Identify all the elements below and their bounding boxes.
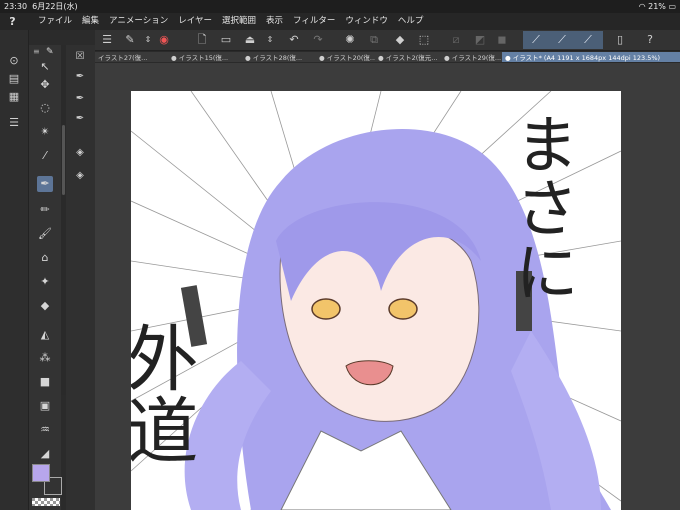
menu-file[interactable]: ファイル [38,13,72,30]
open-folder-icon[interactable]: ▭ [219,33,233,47]
close-subtool-icon[interactable]: ☒ [72,49,88,65]
brush-icon[interactable]: 🖌 [37,226,53,242]
clear-icon[interactable]: ⧄ [449,33,463,47]
tab-document[interactable]: ● イラスト20(復... [316,52,378,62]
left-eye [311,298,341,320]
tool-palette: ≡ ✎ ↖ ✥ ◌ ✴ ⁄ ✒ ✏ 🖌 ⌂ ✦ ◆ ◭ ⁂ ■ ▣ ♒ ◢ [29,45,61,510]
magic-wand-icon[interactable]: ✴ [37,124,53,140]
snap-ruler-icon[interactable]: ⟋ [529,33,543,47]
left-rail: ⊙ ▤ ▦ ☰ [0,30,29,510]
decoration-icon[interactable]: ✦ [37,274,53,290]
eraser-icon[interactable]: ◆ [37,298,53,314]
menu-view[interactable]: 表示 [266,13,283,30]
stepper-icon[interactable]: ⇕ [141,33,155,47]
palette-menu-icon[interactable]: ≡ [33,47,45,59]
stepper2-icon[interactable]: ⇕ [263,33,277,47]
menu-icon[interactable]: ☰ [100,33,114,47]
settings-icon[interactable]: ⊙ [7,54,21,68]
menu-help[interactable]: ヘルプ [398,13,424,30]
crop-icon[interactable]: ⧉ [367,33,381,47]
tab-document-active[interactable]: ● イラスト* (A4 1191 x 1684px 144dpi 123.5%) [502,52,680,62]
menu-selection[interactable]: 選択範囲 [222,13,256,30]
main-color-swatch[interactable] [32,464,50,482]
menu-filter[interactable]: フィルター [293,13,335,30]
figure-icon[interactable]: ▣ [37,398,53,414]
right-eye [388,298,418,320]
drawing-canvas[interactable]: 外道 まさに [131,91,621,510]
ruler-icon[interactable]: ◢ [37,446,53,462]
sub-tool-palette: ☒ ✒ ✒ ✒ ◈ ◈ [66,45,95,510]
blend-icon[interactable]: ⁂ [37,350,53,366]
menu-edit[interactable]: 編集 [82,13,99,30]
pen-texture-icon[interactable]: ✒ [72,111,88,127]
wifi-icon: ◠ [638,2,646,11]
status-time-date: 23:30 6月22日(水) [4,2,78,11]
fill-icon[interactable]: ◭ [37,327,53,343]
pencil-icon[interactable]: ✏ [37,202,53,218]
pen-small-icon[interactable]: ✎ [46,47,58,59]
command-bar: ☰ ✎ ⇕ ◉ 🗋 ▭ ⏏ ⇕ ↶ ↷ ✺ ⧉ ◆ ⬚ ⧄ ◩ ◼ ⟋ ⟋ ⟋ … [95,30,680,51]
menu-window[interactable]: ウィンドウ [345,13,388,30]
status-battery: ◠ 21% ▭ [638,2,676,11]
undo-icon[interactable]: ↶ [287,33,301,47]
pen-g-icon[interactable]: ✒ [72,69,88,85]
menu-layer[interactable]: レイヤー [178,13,212,30]
eyedropper-icon[interactable]: ⁄ [37,148,53,164]
snap-special-icon[interactable]: ⟋ [555,33,569,47]
airbrush-icon[interactable]: ⌂ [37,250,53,266]
transform-icon[interactable]: ⬚ [417,33,431,47]
snap-grid-icon[interactable]: ⟋ [581,33,595,47]
tab-document[interactable]: ● イラスト29(復... [441,52,505,62]
record-icon[interactable]: ◉ [157,33,171,47]
tab-document[interactable]: ● イラスト15(復... [168,52,245,62]
app-logo-icon[interactable]: ? [6,15,19,28]
text-right: まさに [504,111,578,303]
move-icon[interactable]: ✥ [37,77,53,93]
document-tabs: イラスト27(復... ● イラスト15(復... ● イラスト28(復... … [95,51,680,63]
bucket-icon[interactable]: ◆ [393,33,407,47]
loading-icon[interactable]: ✺ [343,33,357,47]
status-bar: 23:30 6月22日(水) ◠ 21% ▭ [0,0,680,13]
menu-animation[interactable]: アニメーション [109,13,168,30]
tab-document[interactable]: ● イラスト28(復... [242,52,319,62]
menu-bar: ? ファイル 編集 アニメーション レイヤー 選択範囲 表示 フィルター ウィン… [0,13,680,30]
select-arrow-icon[interactable]: ↖ [37,59,53,75]
pen-tool-icon[interactable]: ✒ [37,176,53,192]
pen-round-icon[interactable]: ✒ [72,91,88,107]
text-left: 外道 [131,321,198,465]
transparent-color-swatch[interactable] [32,498,60,506]
tab-document[interactable]: イラスト27(復... [95,52,171,62]
fill-selection-icon[interactable]: ◩ [473,33,487,47]
tab-document[interactable]: ● イラスト2(復元... [375,52,444,62]
export-icon[interactable]: ⏏ [243,33,257,47]
layer-stack-icon[interactable]: ◈ [72,168,88,184]
battery-icon: ▭ [668,2,676,11]
invert-icon[interactable]: ◼ [495,33,509,47]
redo-icon[interactable]: ↷ [311,33,325,47]
list-icon[interactable]: ☰ [7,116,21,130]
new-file-icon[interactable]: 🗋 [195,33,209,47]
layers-icon[interactable]: ▦ [7,90,21,104]
help-icon[interactable]: ? [643,33,657,47]
gradient-icon[interactable]: ■ [37,374,53,390]
text-tool-icon[interactable]: ♒ [37,422,53,438]
edit-icon[interactable]: ✎ [123,33,137,47]
save-icon[interactable]: ▤ [7,72,21,86]
layer-icon[interactable]: ◈ [72,145,88,161]
lasso-icon[interactable]: ◌ [37,100,53,116]
device-icon[interactable]: ▯ [613,33,627,47]
artwork: 外道 まさに [131,91,621,510]
